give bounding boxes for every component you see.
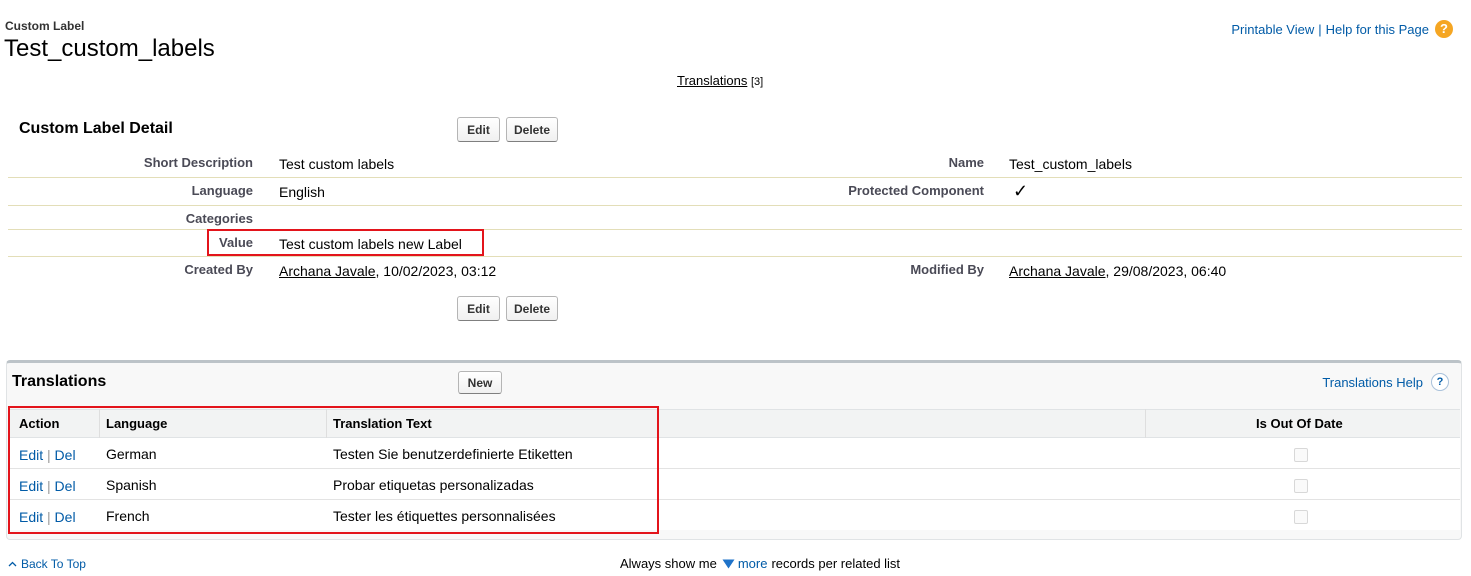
created-by-date: , 10/02/2023, 03:12 (375, 263, 497, 279)
column-header-language[interactable]: Language (106, 416, 167, 431)
row-divider (8, 256, 1462, 257)
header-link-separator: | (1318, 21, 1322, 37)
modified-by-label: Modified By (910, 262, 984, 277)
translation-text: Tester les étiquettes personnalisées (333, 508, 556, 524)
edit-link[interactable]: Edit (19, 478, 43, 494)
table-row (8, 438, 1460, 469)
table-header-row (8, 409, 1460, 438)
modified-by-date: , 29/08/2023, 06:40 (1105, 263, 1227, 279)
delete-button-top[interactable]: Delete (506, 117, 558, 142)
column-header-translation-text[interactable]: Translation Text (333, 416, 432, 431)
translation-text: Testen Sie benutzerdefinierte Etiketten (333, 446, 573, 462)
help-icon[interactable]: ? (1431, 373, 1449, 391)
back-to-top-link[interactable]: Back To Top (21, 557, 86, 571)
protected-component-checkmark-icon: ✓ (1013, 181, 1029, 201)
help-icon[interactable]: ? (1435, 20, 1453, 38)
edit-button-bottom[interactable]: Edit (457, 296, 500, 321)
edit-button-top[interactable]: Edit (457, 117, 500, 142)
del-link[interactable]: Del (55, 447, 76, 463)
table-row (8, 469, 1460, 500)
translations-link-label[interactable]: Translations (677, 73, 747, 88)
translations-help: Translations Help ? (1322, 373, 1449, 391)
triangle-down-icon[interactable] (722, 559, 735, 569)
value-label: Value (219, 235, 253, 250)
row-actions: Edit | Del (19, 447, 76, 463)
chevron-up-icon (8, 561, 17, 567)
short-description-label: Short Description (143, 155, 253, 170)
modified-by-value: Archana Javale, 29/08/2023, 06:40 (1009, 263, 1226, 279)
out-of-date-checkbox (1294, 479, 1308, 493)
language-label: Language (191, 183, 253, 198)
row-divider (8, 205, 1462, 206)
language-value: English (279, 184, 325, 200)
protected-component-label: Protected Component (848, 183, 984, 198)
created-by-value: Archana Javale, 10/02/2023, 03:12 (279, 263, 496, 279)
column-header-action[interactable]: Action (19, 416, 59, 431)
translation-language: German (106, 446, 157, 462)
action-separator: | (47, 447, 51, 463)
name-value: Test_custom_labels (1009, 156, 1132, 172)
column-separator (1145, 409, 1146, 438)
delete-button-bottom[interactable]: Delete (506, 296, 558, 321)
more-records-link[interactable]: more (738, 556, 768, 571)
page-title: Test_custom_labels (4, 35, 215, 62)
column-separator (99, 409, 100, 438)
translations-help-link[interactable]: Translations Help (1322, 375, 1423, 390)
new-translation-button[interactable]: New (458, 371, 502, 394)
short-description-value: Test custom labels (279, 156, 395, 172)
del-link[interactable]: Del (55, 478, 76, 494)
edit-link[interactable]: Edit (19, 509, 43, 525)
edit-link[interactable]: Edit (19, 447, 43, 463)
printable-view-link[interactable]: Printable View (1231, 22, 1314, 37)
action-separator: | (47, 478, 51, 494)
translations-related-link[interactable]: Translations [3] (677, 73, 763, 88)
translation-language: French (106, 508, 150, 524)
del-link[interactable]: Del (55, 509, 76, 525)
table-row (8, 500, 1460, 531)
header-links: Printable View | Help for this Page ? (1231, 20, 1453, 38)
help-for-this-page-link[interactable]: Help for this Page (1326, 22, 1429, 37)
created-by-label: Created By (184, 262, 253, 277)
row-divider (8, 229, 1462, 230)
detail-section-title: Custom Label Detail (19, 120, 173, 137)
back-to-top[interactable]: Back To Top (8, 557, 86, 571)
translations-section-title: Translations (12, 373, 107, 390)
out-of-date-checkbox (1294, 448, 1308, 462)
name-label: Name (948, 155, 984, 170)
translation-language: Spanish (106, 477, 157, 493)
created-by-user-link[interactable]: Archana Javale (279, 263, 376, 279)
translation-text: Probar etiquetas personalizadas (333, 477, 534, 493)
records-per-list-text: records per related list (771, 556, 901, 571)
modified-by-user-link[interactable]: Archana Javale (1009, 263, 1106, 279)
column-separator (326, 409, 327, 438)
row-actions: Edit | Del (19, 478, 76, 494)
always-show-text: Always show me (620, 556, 717, 571)
action-separator: | (47, 509, 51, 525)
records-per-list-control: Always show me more records per related … (620, 556, 900, 571)
value-value: Test custom labels new Label (279, 236, 462, 252)
object-type-label: Custom Label (5, 19, 85, 33)
out-of-date-checkbox (1294, 510, 1308, 524)
categories-label: Categories (185, 211, 253, 226)
row-actions: Edit | Del (19, 509, 76, 525)
translations-count: [3] (750, 76, 764, 88)
row-divider (8, 177, 1462, 178)
column-header-is-out-of-date[interactable]: Is Out Of Date (1256, 416, 1343, 431)
